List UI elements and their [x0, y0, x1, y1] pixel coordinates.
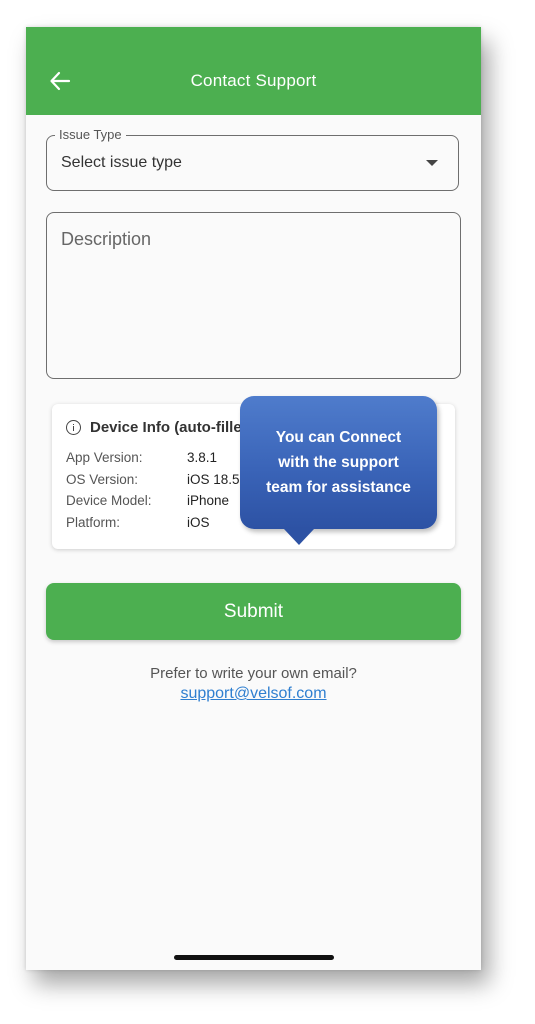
app-version-value: 3.8.1	[187, 450, 218, 465]
device-info-header: Device Info (auto-filled)	[66, 419, 256, 436]
tooltip-line: You can Connect	[275, 429, 402, 446]
tooltip-line: team for assistance	[266, 479, 411, 496]
device-model-value: iPhone	[187, 493, 230, 508]
device-info-row: OS Version: iOS 18.5	[66, 472, 240, 494]
os-version-value: iOS 18.5	[187, 471, 240, 487]
app-version-key: App Version:	[66, 450, 143, 465]
device-info-title: Device Info (auto-filled)	[90, 419, 256, 436]
device-model-key: Device Model:	[66, 493, 152, 508]
app-bar: Contact Support	[26, 27, 481, 115]
caret-down-icon	[426, 160, 438, 166]
platform-key: Platform:	[66, 514, 121, 530]
home-indicator	[174, 955, 334, 960]
device-info-row: Platform: iOS	[66, 515, 240, 537]
description-field[interactable]: Description	[46, 212, 461, 379]
os-version-key: OS Version:	[66, 471, 139, 487]
submit-button[interactable]: Submit	[46, 583, 461, 640]
prefer-email-text: Prefer to write your own email?	[150, 665, 357, 682]
issue-type-value: Select issue type	[61, 154, 182, 171]
tooltip-callout: You can Connect with the support team fo…	[240, 396, 437, 529]
issue-type-dropdown[interactable]: Issue Type Select issue type	[46, 127, 459, 191]
description-placeholder: Description	[61, 229, 152, 249]
page-title: Contact Support	[190, 71, 317, 90]
info-circle-icon	[66, 420, 81, 435]
support-email-link[interactable]: support@velsof.com	[26, 685, 481, 703]
tooltip-line: with the support	[278, 454, 399, 471]
platform-value: iOS	[187, 514, 210, 530]
device-info-row: App Version: 3.8.1	[66, 450, 240, 472]
issue-type-label: Issue Type	[55, 127, 126, 142]
tooltip-pointer	[284, 529, 314, 545]
device-info-row: Device Model: iPhone	[66, 493, 240, 515]
device-info-rows: App Version: 3.8.1 OS Version: iOS 18.5 …	[66, 450, 240, 536]
